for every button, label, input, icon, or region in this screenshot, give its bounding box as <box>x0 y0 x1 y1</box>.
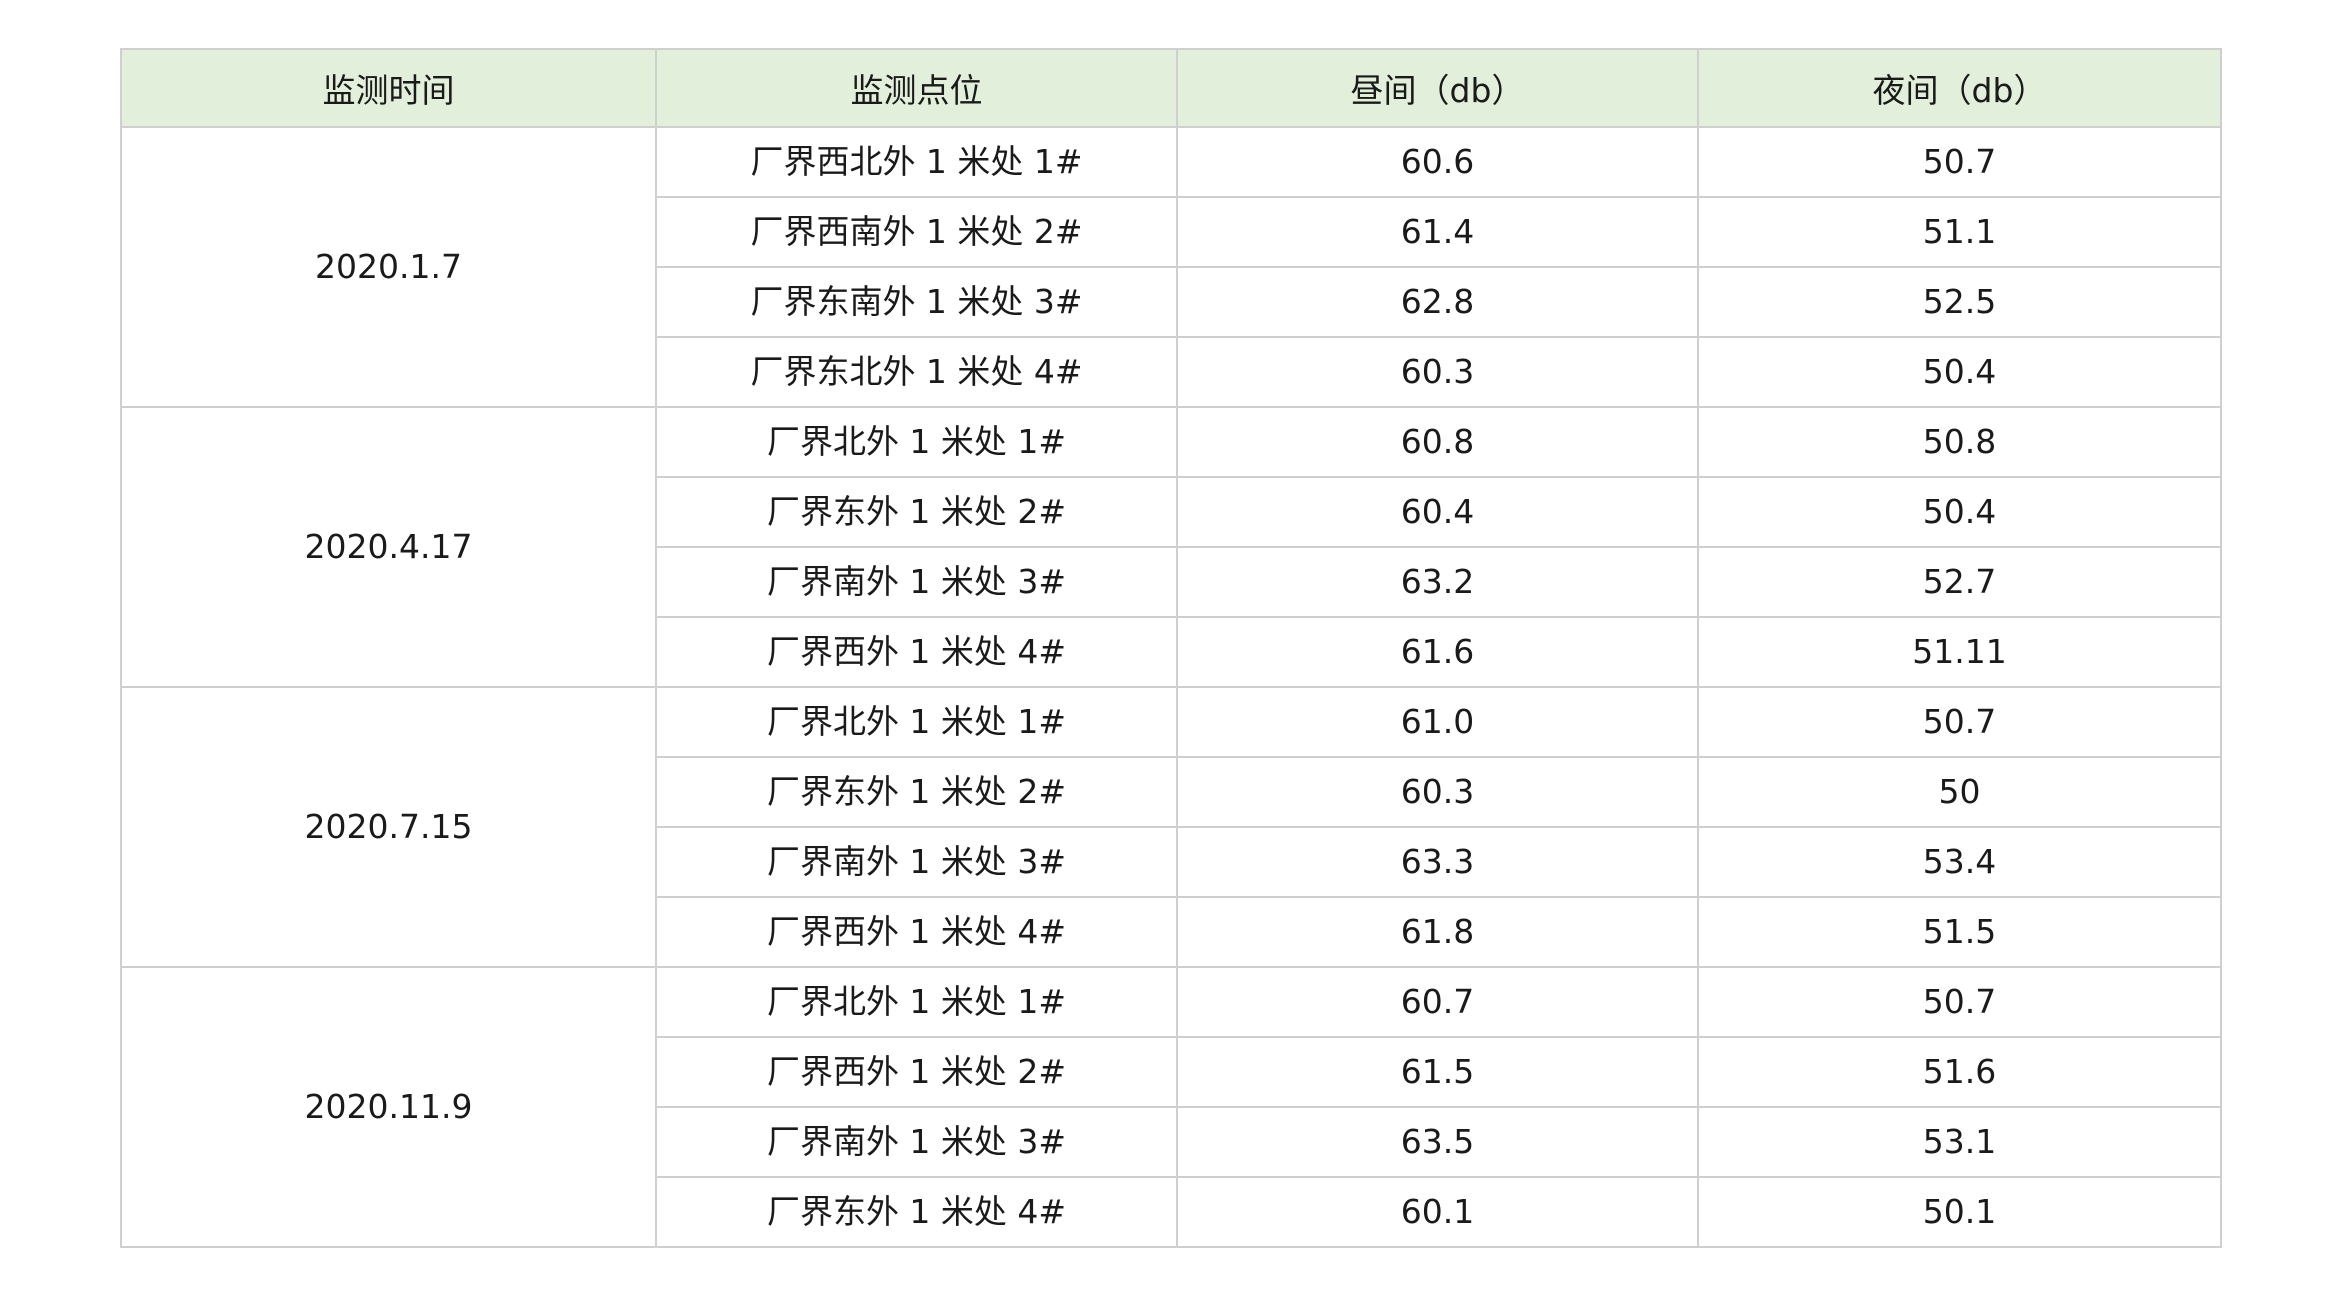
day-value-cell: 63.3 <box>1176 826 1699 898</box>
day-value-cell: 62.8 <box>1176 266 1699 338</box>
point-cell: 厂界北外 1 米处 1# <box>655 966 1178 1038</box>
day-value-cell: 61.8 <box>1176 896 1699 968</box>
point-cell: 厂界东外 1 米处 2# <box>655 756 1178 828</box>
point-cell: 厂界西南外 1 米处 2# <box>655 196 1178 268</box>
point-cell: 厂界西外 1 米处 4# <box>655 616 1178 688</box>
point-cell: 厂界东北外 1 米处 4# <box>655 336 1178 408</box>
night-value-cell: 51.5 <box>1697 896 2222 968</box>
day-value-cell: 63.2 <box>1176 546 1699 618</box>
date-cell: 2020.11.9 <box>120 966 657 1248</box>
header-row: 监测时间 监测点位 昼间（db） 夜间（db） <box>120 48 2222 128</box>
date-cell: 2020.7.15 <box>120 686 657 968</box>
date-cell: 2020.1.7 <box>120 126 657 408</box>
night-value-cell: 51.11 <box>1697 616 2222 688</box>
day-value-cell: 61.5 <box>1176 1036 1699 1108</box>
header-daytime-db: 昼间（db） <box>1176 48 1699 128</box>
day-value-cell: 60.8 <box>1176 406 1699 478</box>
night-value-cell: 53.4 <box>1697 826 2222 898</box>
night-value-cell: 50.7 <box>1697 126 2222 198</box>
table-row: 2020.11.9 厂界北外 1 米处 1# 60.7 50.7 <box>120 966 2222 1248</box>
table-row: 2020.4.17 厂界北外 1 米处 1# 60.8 50.8 <box>120 406 2222 688</box>
night-value-cell: 52.5 <box>1697 266 2222 338</box>
point-cell: 厂界北外 1 米处 1# <box>655 686 1178 758</box>
day-value-cell: 60.3 <box>1176 336 1699 408</box>
night-value-cell: 50.1 <box>1697 1176 2222 1248</box>
night-value-cell: 52.7 <box>1697 546 2222 618</box>
night-value-cell: 50 <box>1697 756 2222 828</box>
night-value-cell: 50.4 <box>1697 336 2222 408</box>
point-cell: 厂界西外 1 米处 2# <box>655 1036 1178 1108</box>
point-cell: 厂界南外 1 米处 3# <box>655 546 1178 618</box>
point-cell: 厂界西外 1 米处 4# <box>655 896 1178 968</box>
header-monitoring-time: 监测时间 <box>120 48 657 128</box>
point-cell: 厂界东南外 1 米处 3# <box>655 266 1178 338</box>
day-value-cell: 63.5 <box>1176 1106 1699 1178</box>
date-cell: 2020.4.17 <box>120 406 657 688</box>
point-cell: 厂界南外 1 米处 3# <box>655 1106 1178 1178</box>
night-value-cell: 50.8 <box>1697 406 2222 478</box>
noise-monitoring-table: 监测时间 监测点位 昼间（db） 夜间（db） 2020.1.7 厂界西北外 1… <box>120 48 2222 1248</box>
day-value-cell: 60.6 <box>1176 126 1699 198</box>
point-cell: 厂界东外 1 米处 4# <box>655 1176 1178 1248</box>
night-value-cell: 53.1 <box>1697 1106 2222 1178</box>
night-value-cell: 50.7 <box>1697 686 2222 758</box>
day-value-cell: 61.0 <box>1176 686 1699 758</box>
point-cell: 厂界北外 1 米处 1# <box>655 406 1178 478</box>
night-value-cell: 50.4 <box>1697 476 2222 548</box>
point-cell: 厂界东外 1 米处 2# <box>655 476 1178 548</box>
day-value-cell: 61.4 <box>1176 196 1699 268</box>
night-value-cell: 51.1 <box>1697 196 2222 268</box>
point-cell: 厂界西北外 1 米处 1# <box>655 126 1178 198</box>
day-value-cell: 60.1 <box>1176 1176 1699 1248</box>
day-value-cell: 60.3 <box>1176 756 1699 828</box>
day-value-cell: 60.7 <box>1176 966 1699 1038</box>
header-monitoring-point: 监测点位 <box>655 48 1178 128</box>
day-value-cell: 60.4 <box>1176 476 1699 548</box>
table-row: 2020.7.15 厂界北外 1 米处 1# 61.0 50.7 <box>120 686 2222 968</box>
night-value-cell: 51.6 <box>1697 1036 2222 1108</box>
day-value-cell: 61.6 <box>1176 616 1699 688</box>
noise-monitoring-table-container: 监测时间 监测点位 昼间（db） 夜间（db） 2020.1.7 厂界西北外 1… <box>120 48 2222 1248</box>
table-row: 2020.1.7 厂界西北外 1 米处 1# 60.6 50.7 <box>120 126 2222 408</box>
header-nighttime-db: 夜间（db） <box>1697 48 2222 128</box>
night-value-cell: 50.7 <box>1697 966 2222 1038</box>
point-cell: 厂界南外 1 米处 3# <box>655 826 1178 898</box>
